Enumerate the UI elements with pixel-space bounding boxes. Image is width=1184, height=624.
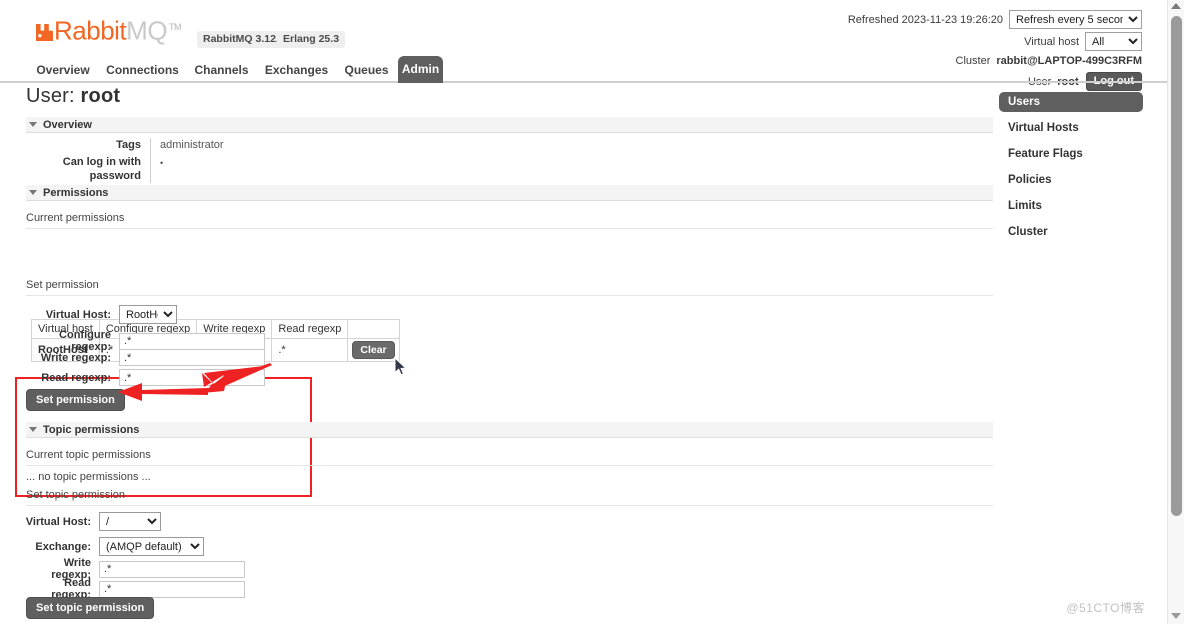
no-topic-permissions-text: ... no topic permissions ... [26,471,151,483]
label-virtual-host: Virtual Host: [45,308,111,321]
sidebar-item-limits[interactable]: Limits [999,196,1143,216]
logo-rabbit-text: Rabbit [54,15,127,46]
logo-mq-text: MQ [126,15,168,46]
topic-vhost-select[interactable]: / [99,512,161,531]
sidebar-item-users[interactable]: Users [999,92,1143,112]
app-header: RabbitMQ TM RabbitMQ 3.12.0 Erlang 25.3 R… [0,0,1167,91]
page-title-prefix: User: [26,85,81,107]
overview-row-tags: Tags administrator [26,138,224,155]
section-header-overview[interactable]: Overview [26,117,993,133]
rabbitmq-logo[interactable]: RabbitMQ TM [36,17,182,44]
cell-read-regexp: .* [271,338,349,362]
topic-write-regexp-input[interactable] [99,560,245,578]
label-topic-virtual-host: Virtual Host: [25,515,91,528]
vhost-filter-select[interactable]: All [1085,32,1142,51]
col-read-regexp: Read regexp [271,319,349,339]
section-header-topic-permissions[interactable]: Topic permissions [26,422,993,438]
erlang-version-badge: Erlang 25.3 [277,31,346,48]
caret-down-icon [29,190,37,195]
sidebar-item-policies[interactable]: Policies [999,170,1143,190]
tab-exchanges[interactable]: Exchanges [258,56,335,83]
logo-tm-text: TM [169,22,182,32]
caret-down-icon [29,427,37,432]
current-permissions-label: Current permissions [26,212,993,229]
vhost-filter-label: Virtual host [1024,35,1079,48]
set-permission-vhost-select[interactable]: RootHost [119,305,177,324]
overview-value-password: • [160,158,164,168]
clear-permission-button[interactable]: Clear [352,341,395,359]
label-write-regexp: Write regexp: [40,351,111,364]
scrollbar-thumb[interactable] [1171,16,1182,516]
label-read-regexp: Read regexp: [41,371,111,384]
rabbit-ears-logo-icon [36,21,53,41]
current-topic-permissions-label: Current topic permissions [26,449,993,466]
set-permission-button[interactable]: Set permission [26,389,125,411]
tab-queues[interactable]: Queues [335,56,398,83]
vhost-filter-row: Virtual host All [848,32,1142,51]
form-row-topic-exchange: Exchange: (AMQP default) [24,537,204,556]
overview-row-password: Can log in with password • [26,155,163,183]
sidebar-item-cluster[interactable]: Cluster [999,222,1143,242]
col-actions [347,319,400,339]
label-topic-exchange: Exchange: [35,540,91,553]
browser-page: RabbitMQ TM RabbitMQ 3.12.0 Erlang 25.3 R… [0,0,1184,624]
scroll-up-arrow-icon[interactable] [1171,3,1181,9]
form-row-write: Write regexp: [24,349,265,366]
write-regexp-input[interactable] [119,349,265,366]
configure-regexp-input[interactable] [119,332,265,350]
caret-down-icon [29,122,37,127]
overview-key-password: Can log in with password [26,155,151,183]
form-row-read: Read regexp: [24,369,265,386]
sidebar-item-feature-flags[interactable]: Feature Flags [999,144,1143,164]
overview-key-tags: Tags [26,138,151,155]
watermark-text: @51CTO博客 [1066,601,1145,615]
section-title-topic-permissions: Topic permissions [43,423,140,436]
section-title-overview: Overview [43,118,92,131]
tab-admin[interactable]: Admin [398,56,443,83]
refresh-interval-select[interactable]: Refresh every 5 seconds [1009,10,1142,29]
rabbitmq-management-app: RabbitMQ TM RabbitMQ 3.12.0 Erlang 25.3 R… [0,0,1167,624]
tab-connections[interactable]: Connections [100,56,185,83]
topic-read-regexp-input[interactable] [99,580,245,598]
cell-actions: Clear [347,338,400,362]
set-topic-permission-label: Set topic permission [26,489,993,506]
page-title: User: root [26,85,120,108]
admin-sidebar: Users Virtual Hosts Feature Flags Polici… [999,92,1143,248]
section-header-permissions[interactable]: Permissions [26,185,993,201]
overview-value-tags: administrator [160,139,224,151]
main-navigation: Overview Connections Channels Exchanges … [0,56,1167,83]
set-permission-label: Set permission [26,279,993,296]
logo-wordmark: RabbitMQ TM [54,17,182,44]
set-topic-permission-button[interactable]: Set topic permission [26,597,155,619]
vertical-scrollbar[interactable] [1167,0,1184,624]
tab-overview[interactable]: Overview [26,56,100,83]
refresh-row: Refreshed 2023-11-23 19:26:20 Refresh ev… [848,10,1142,29]
refreshed-timestamp: Refreshed 2023-11-23 19:26:20 [847,13,1003,26]
form-row-vhost: Virtual Host: RootHost [24,305,177,324]
sidebar-item-virtual-hosts[interactable]: Virtual Hosts [999,118,1143,138]
tab-channels[interactable]: Channels [185,56,258,83]
mouse-cursor-icon [394,357,407,376]
scroll-down-arrow-icon[interactable] [1171,613,1181,619]
read-regexp-input[interactable] [119,369,265,386]
form-row-topic-vhost: Virtual Host: / [24,512,161,531]
topic-exchange-select[interactable]: (AMQP default) [99,537,204,556]
page-title-user: root [80,85,121,107]
section-title-permissions: Permissions [43,186,109,199]
